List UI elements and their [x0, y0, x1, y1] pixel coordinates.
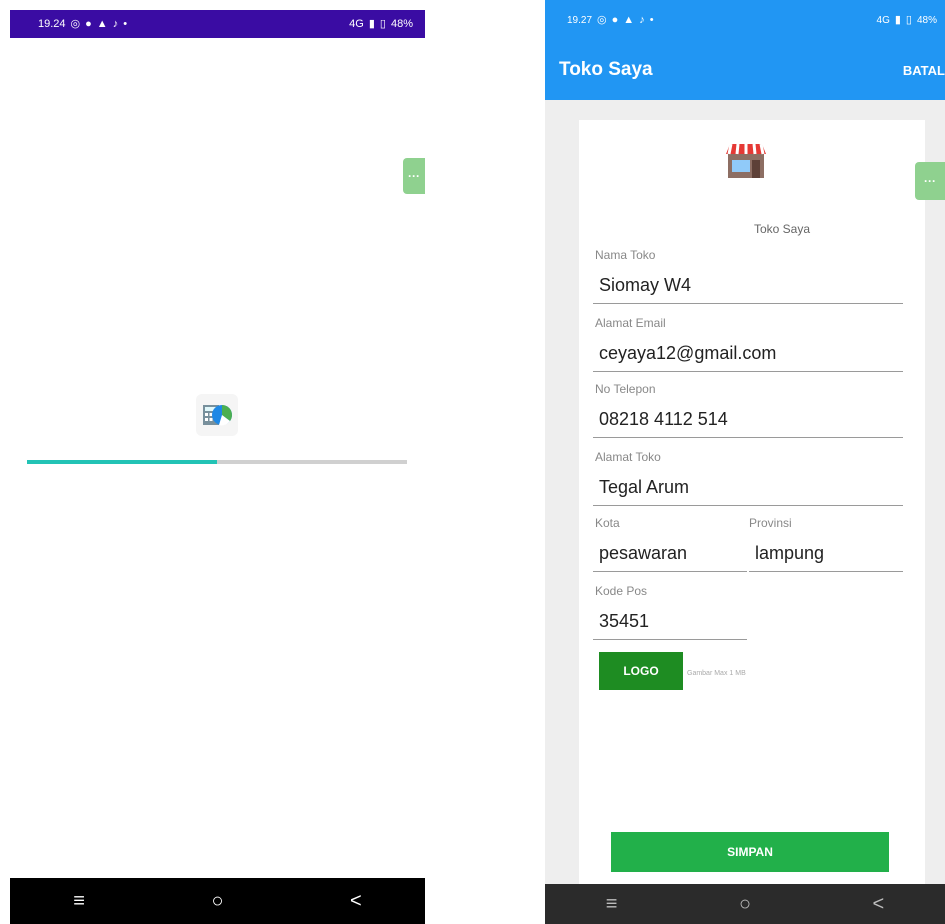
- app-bar: Toko Saya BATAL: [545, 40, 945, 100]
- signal-label: 4G: [349, 18, 364, 30]
- signal-icon: ▮: [368, 17, 375, 30]
- home-button[interactable]: ○: [739, 893, 751, 916]
- province-input[interactable]: lampung: [749, 542, 903, 572]
- system-nav-bar: ≡ ○ <: [10, 878, 425, 924]
- back-button[interactable]: <: [873, 893, 885, 916]
- phone-input[interactable]: 08218 4112 514: [593, 408, 903, 438]
- loading-progress-fill: [27, 460, 217, 464]
- page-title: Toko Saya: [559, 59, 653, 80]
- floating-more-button[interactable]: ···: [403, 158, 425, 194]
- battery-icon: ▯: [379, 17, 386, 30]
- store-name-input[interactable]: Siomay W4: [593, 274, 903, 304]
- home-button[interactable]: ○: [211, 890, 223, 913]
- store-header-label: Toko Saya: [753, 222, 811, 236]
- status-bar: 19.24 ◎ ● ▲ ♪ • 4G ▮ ▯ 48%: [10, 10, 425, 38]
- recent-apps-button[interactable]: ≡: [606, 893, 618, 916]
- store-form-card: Toko Saya Nama Toko Siomay W4 Alamat Ema…: [579, 120, 925, 884]
- tiktok-icon: ♪: [112, 17, 119, 30]
- drive-icon: ▲: [623, 13, 635, 26]
- status-bar: 19.27 ◎ ● ▲ ♪ • 4G ▮ ▯ 48%: [545, 0, 945, 40]
- save-button[interactable]: SIMPAN: [611, 832, 889, 872]
- tiktok-icon: ♪: [639, 13, 645, 26]
- address-input[interactable]: Tegal Arum: [593, 476, 903, 506]
- province-label: Provinsi: [749, 516, 792, 530]
- splash-screen: 19.24 ◎ ● ▲ ♪ • 4G ▮ ▯ 48% ··· ≡ ○ <: [10, 10, 425, 924]
- whatsapp-icon: ◎: [597, 13, 607, 26]
- battery-level: 48%: [390, 18, 413, 30]
- status-time: 19.27: [567, 14, 593, 26]
- upload-logo-button[interactable]: LOGO: [599, 652, 683, 690]
- signal-icon: ▮: [894, 13, 901, 26]
- form-background: Toko Saya Nama Toko Siomay W4 Alamat Ema…: [545, 100, 945, 884]
- dot-icon: •: [649, 13, 654, 26]
- phone-label: No Telepon: [595, 382, 656, 396]
- store-form-screen: 19.27 ◎ ● ▲ ♪ • 4G ▮ ▯ 48% Toko Saya BAT…: [545, 0, 945, 924]
- chat-icon: ●: [85, 17, 92, 30]
- store-icon: [725, 142, 767, 185]
- drive-icon: ▲: [96, 17, 108, 30]
- cancel-button[interactable]: BATAL: [903, 63, 945, 78]
- postal-code-input[interactable]: 35451: [593, 610, 747, 640]
- city-label: Kota: [595, 516, 620, 530]
- logo-size-hint: Gambar Max 1 MB: [687, 670, 746, 677]
- battery-icon: ▯: [905, 13, 912, 26]
- chat-icon: ●: [611, 13, 619, 26]
- status-time: 19.24: [38, 18, 66, 30]
- whatsapp-icon: ◎: [70, 17, 81, 30]
- dot-icon: •: [123, 17, 128, 30]
- signal-label: 4G: [876, 14, 890, 26]
- address-label: Alamat Toko: [595, 450, 661, 464]
- email-input[interactable]: ceyaya12@gmail.com: [593, 342, 903, 372]
- system-nav-bar: ≡ ○ <: [545, 884, 945, 924]
- postal-code-label: Kode Pos: [595, 584, 648, 598]
- email-label: Alamat Email: [595, 316, 666, 330]
- store-name-label: Nama Toko: [595, 248, 656, 262]
- loading-progress-bar: [27, 460, 407, 464]
- app-logo-icon: [196, 394, 238, 436]
- battery-level: 48%: [916, 14, 937, 26]
- recent-apps-button[interactable]: ≡: [73, 890, 85, 913]
- city-input[interactable]: pesawaran: [593, 542, 747, 572]
- back-button[interactable]: <: [350, 890, 362, 913]
- floating-more-button[interactable]: ···: [915, 162, 945, 200]
